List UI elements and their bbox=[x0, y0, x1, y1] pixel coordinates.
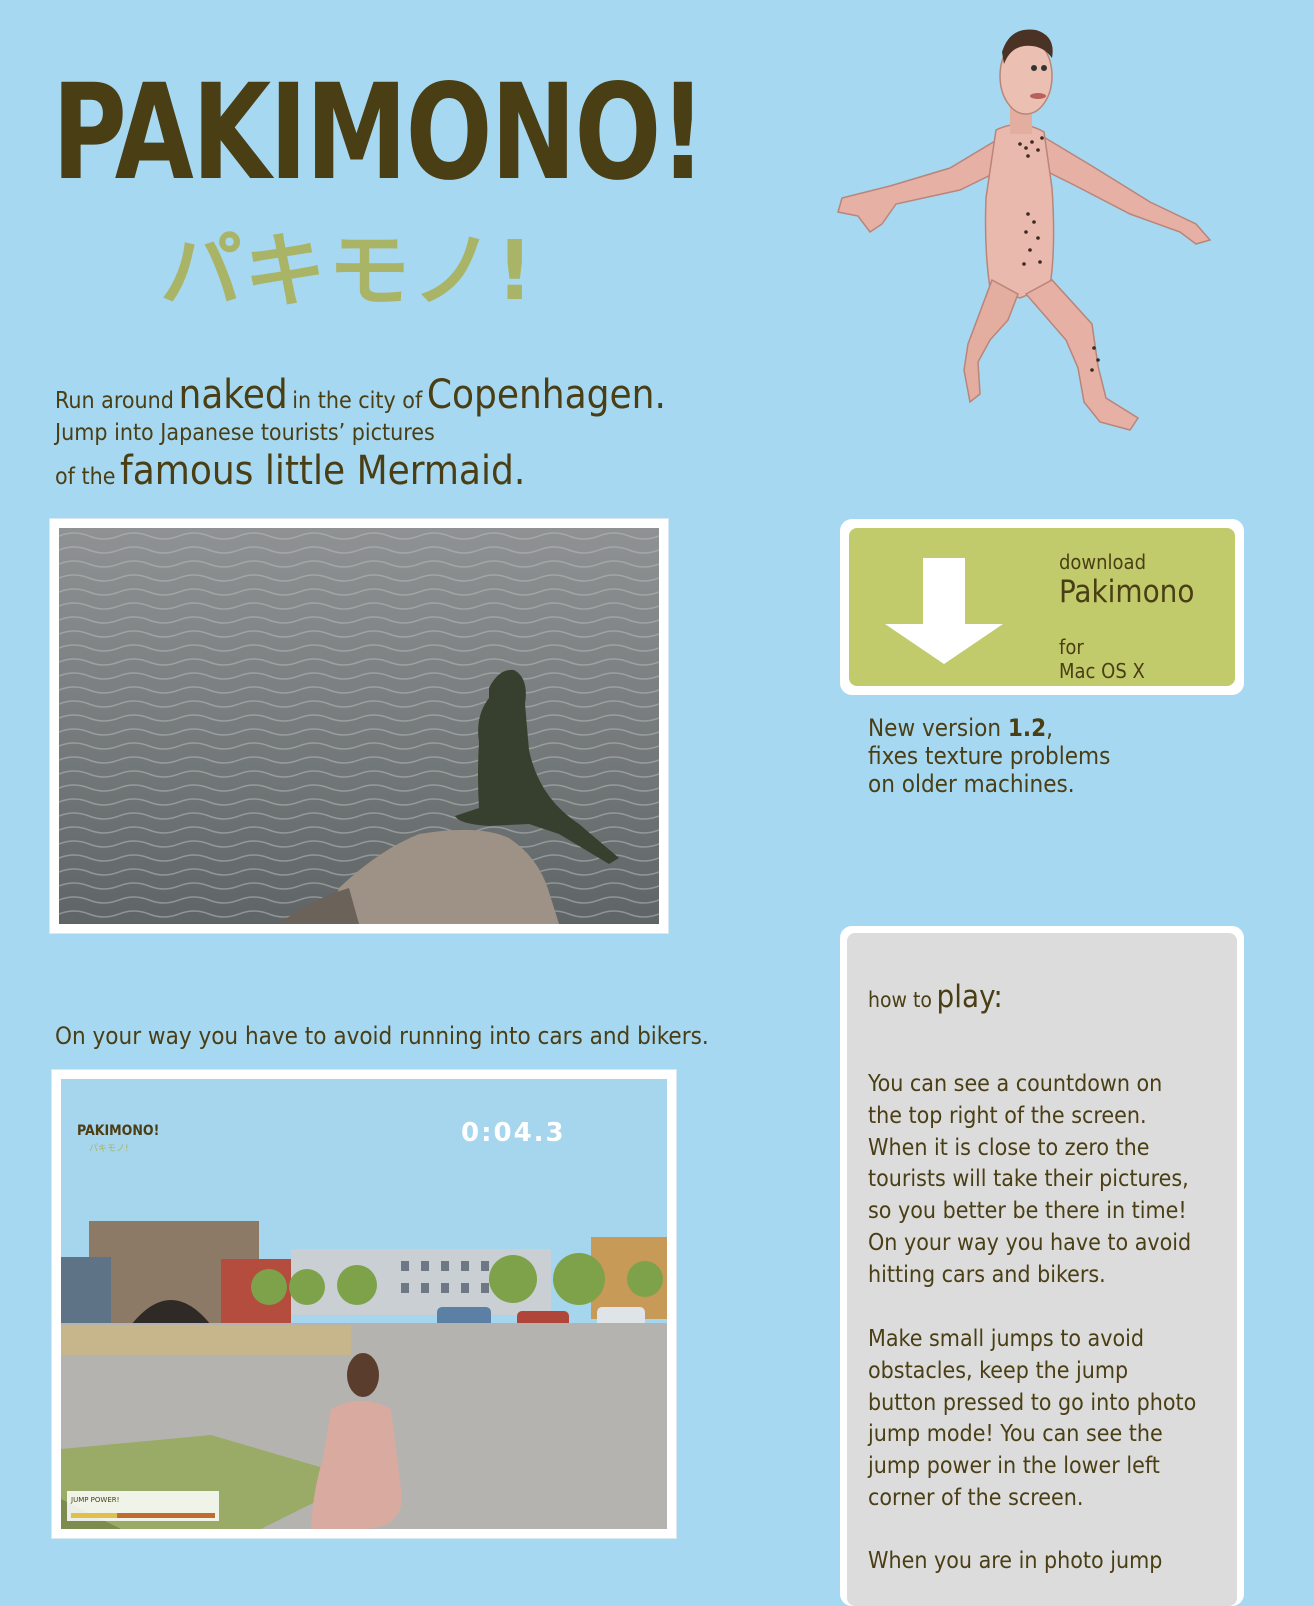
logo-title: PAKIMONO! bbox=[52, 56, 706, 210]
how-to-play-paragraph-3: When you are in photo jump bbox=[868, 1548, 1163, 1574]
game-logo-katakana: パキモノ! bbox=[89, 1143, 129, 1154]
how-to-play-paragraph-2: Make small jumps to avoid obstacles, kee… bbox=[868, 1326, 1197, 1511]
download-title: Pakimono bbox=[1059, 574, 1195, 610]
version-note: New version 1.2, fixes texture problems … bbox=[868, 714, 1110, 798]
version-line-3: on older machines. bbox=[868, 770, 1075, 798]
page: { "logo": {"title": "PAKIMONO!", "kataka… bbox=[0, 0, 1314, 1606]
download-label: download bbox=[1059, 550, 1147, 574]
tagline-line-3: of the famous little Mermaid. bbox=[55, 448, 526, 494]
countdown-timer: 0:04.3 bbox=[461, 1118, 566, 1148]
how-to-play-paragraph-1: You can see a countdown on the top right… bbox=[868, 1071, 1192, 1288]
how-to-play-panel: how to play: You can see a countdown on … bbox=[840, 926, 1244, 1606]
game-logo: PAKIMONO! bbox=[77, 1123, 159, 1139]
naked-character-illustration bbox=[837, 29, 1212, 431]
tagline-line-1: Run around naked in the city of Copenhag… bbox=[55, 372, 666, 418]
download-for: for bbox=[1059, 635, 1084, 659]
download-arrow-icon bbox=[885, 558, 1003, 664]
little-mermaid-photo bbox=[50, 519, 668, 933]
version-number: 1.2 bbox=[1007, 714, 1047, 742]
how-to-play-title: how to play: bbox=[868, 979, 1003, 1015]
logo-katakana: パキモノ! bbox=[160, 224, 536, 319]
download-platform: Mac OS X bbox=[1059, 659, 1145, 683]
game-scene: PAKIMONO! パキモノ! 0:04.3 JUMP POWER! bbox=[61, 1079, 667, 1529]
obstacle-caption: On your way you have to avoid running in… bbox=[55, 1022, 709, 1050]
jump-power-fill bbox=[71, 1513, 118, 1518]
jump-power-label: JUMP POWER! bbox=[70, 1496, 119, 1504]
mermaid-photo-image bbox=[59, 528, 659, 924]
tagline-line-2: Jump into Japanese tourists’ pictures bbox=[55, 420, 435, 446]
game-screenshot: PAKIMONO! パキモノ! 0:04.3 JUMP POWER! bbox=[52, 1070, 676, 1538]
download-button[interactable]: download Pakimono for Mac OS X bbox=[840, 519, 1244, 695]
version-line-2: fixes texture problems bbox=[868, 742, 1111, 770]
version-line-1: New version 1.2, bbox=[868, 714, 1053, 742]
